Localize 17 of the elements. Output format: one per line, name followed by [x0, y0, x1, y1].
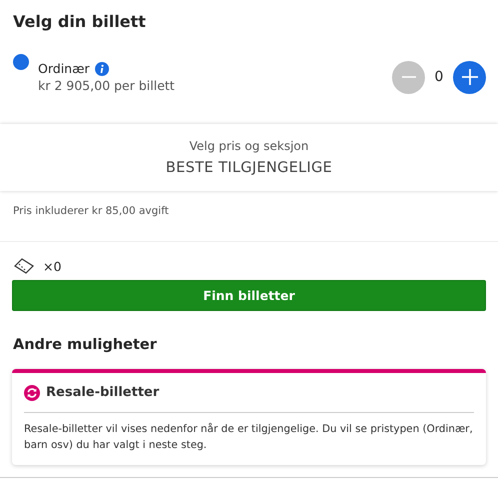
page-title: Velg din billett — [12, 11, 147, 33]
ticket-icon — [13, 257, 35, 275]
ticket-count: ×0 — [43, 258, 62, 274]
card-title: Resale-billetter — [46, 385, 160, 400]
minus-icon — [400, 76, 416, 78]
find-tickets-button[interactable]: Finn billetter — [12, 280, 486, 311]
plus-icon — [460, 68, 478, 86]
card-description: Resale-billetter vil vises nedenfor når de er tilgjengelige. Du vil se pristypen (Ordinær, barn osv) du har valgt i neste steg. — [24, 422, 474, 453]
ticket-price: kr 2 905,00 per billett — [38, 78, 176, 93]
increase-button[interactable] — [453, 60, 486, 94]
ticket-type-name: Ordinær — [38, 61, 90, 76]
ticket-quantity: 0 — [434, 69, 444, 85]
section-heading: Andre muligheter — [12, 336, 158, 355]
refresh-icon — [24, 384, 40, 400]
fee-note: Pris inkluderer kr 85,00 avgift — [0, 191, 498, 242]
info-icon[interactable] — [94, 62, 109, 76]
seat-selector[interactable]: Velg pris og seksjon BESTE TILGJENGELIGE — [0, 124, 498, 191]
